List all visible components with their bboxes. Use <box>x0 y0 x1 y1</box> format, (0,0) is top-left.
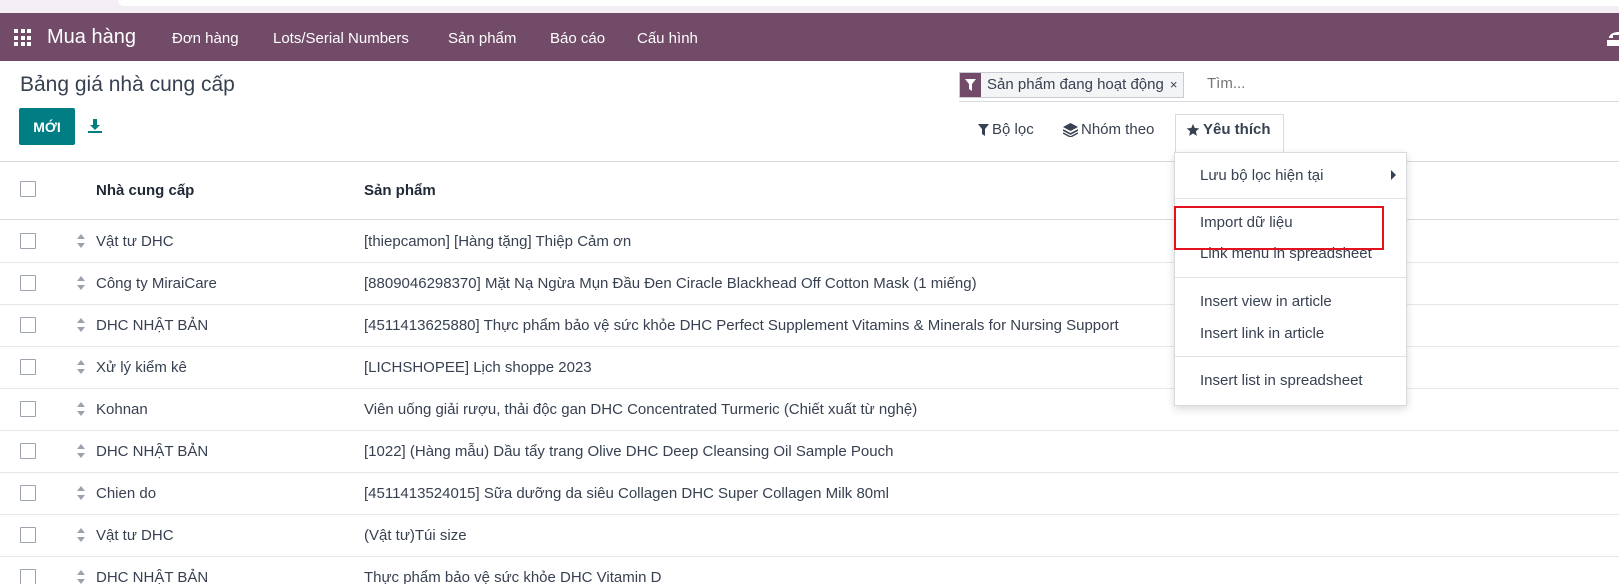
product-cell: [4511413625880] Thực phẩm bảo vệ sức khỏ… <box>364 317 1119 334</box>
save-current-filter-item[interactable]: Lưu bộ lọc hiện tại <box>1200 167 1323 184</box>
filters-button[interactable]: Bộ lọc <box>978 121 1034 138</box>
product-cell: Viên uống giải rượu, thải độc gan DHC Co… <box>364 401 918 418</box>
new-button[interactable]: MỚI <box>19 108 75 145</box>
row-checkbox[interactable] <box>20 527 36 543</box>
row-checkbox[interactable] <box>20 275 36 291</box>
product-cell: [thiepcamon] [Hàng tặng] Thiệp Cảm ơn <box>364 233 632 250</box>
table-row[interactable]: Chien do [4511413524015] Sữa dưỡng da siê… <box>0 473 1619 515</box>
column-header-product[interactable]: Sản phẩm <box>364 182 436 199</box>
column-header-supplier[interactable]: Nhà cung cấp <box>96 182 194 199</box>
highlight-box <box>1174 206 1384 250</box>
drag-handle-icon[interactable] <box>76 485 86 501</box>
filter-icon <box>960 73 981 97</box>
row-checkbox[interactable] <box>20 233 36 249</box>
drag-handle-icon[interactable] <box>76 569 86 584</box>
favorites-dropdown: Lưu bộ lọc hiện tại Import dữ liệu Link … <box>1174 152 1408 406</box>
menu-lots-serial[interactable]: Lots/Serial Numbers <box>273 30 409 47</box>
star-icon <box>1186 123 1200 136</box>
menu-divider <box>1175 356 1408 357</box>
drag-handle-icon[interactable] <box>76 275 86 291</box>
supplier-cell: Công ty MiraiCare <box>96 275 217 292</box>
drag-handle-icon[interactable] <box>76 443 86 459</box>
drag-handle-icon[interactable] <box>76 359 86 375</box>
menu-divider <box>1175 277 1408 278</box>
filters-label: Bộ lọc <box>992 121 1034 138</box>
product-cell: [1022] (Hàng mẫu) Dầu tẩy trang Olive DH… <box>364 443 894 460</box>
search-facet: Sản phẩm đang hoạt động × <box>959 72 1185 98</box>
insert-list-spreadsheet-item[interactable]: Insert list in spreadsheet <box>1200 372 1363 389</box>
download-icon[interactable] <box>87 118 103 134</box>
page-title: Bảng giá nhà cung cấp <box>20 73 235 96</box>
row-checkbox[interactable] <box>20 401 36 417</box>
product-cell: [8809046298370] Mặt Nạ Ngừa Mụn Đầu Đen … <box>364 275 977 292</box>
product-cell: (Vật tư)Túi size <box>364 527 467 544</box>
favorites-label: Yêu thích <box>1203 121 1271 138</box>
filter-icon <box>978 123 989 136</box>
supplier-cell: Vật tư DHC <box>96 233 174 250</box>
top-navbar: Mua hàng Đơn hàng Lots/Serial Numbers Sả… <box>0 13 1619 61</box>
row-checkbox[interactable] <box>20 359 36 375</box>
table-row[interactable]: DHC NHẬT BẢN [1022] (Hàng mẫu) Dầu tẩy tr… <box>0 431 1619 473</box>
drag-handle-icon[interactable] <box>76 317 86 333</box>
supplier-cell: DHC NHẬT BẢN <box>96 317 209 334</box>
apps-grid-icon[interactable] <box>14 29 31 46</box>
layers-icon <box>1063 122 1078 137</box>
menu-reports[interactable]: Báo cáo <box>550 30 605 47</box>
caret-right-icon <box>1391 170 1396 180</box>
drag-handle-icon[interactable] <box>76 401 86 417</box>
menu-configuration[interactable]: Cấu hình <box>637 30 698 47</box>
browser-tab-edge <box>118 0 1619 6</box>
product-cell: Thực phẩm bảo vệ sức khỏe DHC Vitamin D <box>364 569 662 584</box>
group-by-button[interactable]: Nhóm theo <box>1063 121 1154 138</box>
select-all-checkbox[interactable] <box>20 181 36 197</box>
drag-handle-icon[interactable] <box>76 527 86 543</box>
table-row[interactable]: DHC NHẬT BẢN Thực phẩm bảo vệ sức khỏe DH… <box>0 557 1619 584</box>
supplier-cell: Xử lý kiểm kê <box>96 359 187 376</box>
supplier-cell: Kohnan <box>96 401 148 418</box>
facet-close-icon[interactable]: × <box>1170 73 1184 97</box>
insert-view-article-item[interactable]: Insert view in article <box>1200 293 1332 310</box>
insert-link-article-item[interactable]: Insert link in article <box>1200 325 1324 342</box>
search-input[interactable] <box>1207 75 1587 92</box>
search-bar: Sản phẩm đang hoạt động × <box>959 72 1619 102</box>
row-checkbox[interactable] <box>20 569 36 584</box>
row-checkbox[interactable] <box>20 443 36 459</box>
product-cell: [LICHSHOPEE] Lịch shoppe 2023 <box>364 359 592 376</box>
browser-tab-strip <box>0 0 1619 13</box>
table-row[interactable]: Vật tư DHC (Vật tư)Túi size <box>0 515 1619 557</box>
menu-products[interactable]: Sản phẩm <box>448 30 516 47</box>
product-cell: [4511413524015] Sữa dưỡng da siêu Collag… <box>364 485 889 502</box>
supplier-cell: Chien do <box>96 485 157 502</box>
menu-orders[interactable]: Đơn hàng <box>172 30 239 47</box>
supplier-cell: Vật tư DHC <box>96 527 174 544</box>
favorites-button[interactable]: Yêu thích <box>1186 121 1271 138</box>
supplier-cell: DHC NHẬT BẢN <box>96 443 209 460</box>
group-by-label: Nhóm theo <box>1081 121 1155 138</box>
menu-divider <box>1175 198 1408 199</box>
facet-label: Sản phẩm đang hoạt động <box>987 76 1164 93</box>
phone-icon[interactable] <box>1605 28 1619 48</box>
drag-handle-icon[interactable] <box>76 233 86 249</box>
supplier-cell: DHC NHẬT BẢN <box>96 569 209 584</box>
row-checkbox[interactable] <box>20 317 36 333</box>
row-checkbox[interactable] <box>20 485 36 501</box>
app-name[interactable]: Mua hàng <box>47 26 136 49</box>
